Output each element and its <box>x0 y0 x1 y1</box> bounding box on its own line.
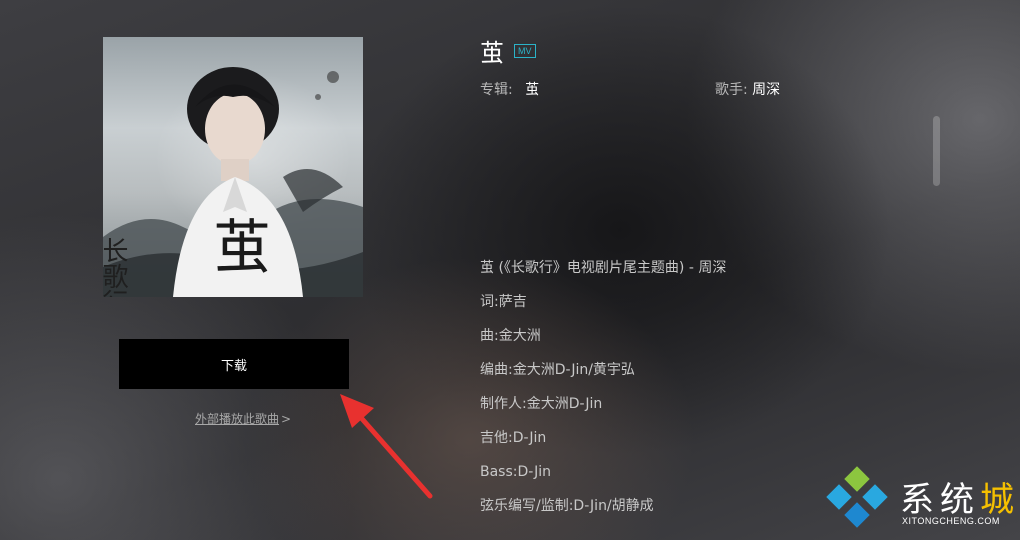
mv-badge[interactable]: MV <box>514 43 536 58</box>
album-key: 专辑: <box>480 82 513 98</box>
lyric-line: 词:萨吉 <box>480 294 527 310</box>
external-play-link[interactable]: 外部播放此歌曲 > <box>195 410 291 427</box>
lyric-line: 吉他:D-Jin <box>480 430 547 446</box>
player-page: { "cover": { "alt": "album-cover", "art_… <box>0 0 1020 540</box>
lyrics-scrollbar[interactable] <box>933 116 940 186</box>
chevron-right-icon: > <box>281 411 292 426</box>
watermark-text-main: 系统 <box>900 480 980 520</box>
album-cover: 茧 长歌行 <box>103 37 363 297</box>
watermark-text-accent: 城 <box>980 480 1020 520</box>
watermark: 系统城 XITONGCHENG.COM <box>826 466 1020 540</box>
lyrics-panel: 茧 (《长歌行》电视剧片尾主题曲) - 周深 词:萨吉 曲:金大洲 编曲:金大洲… <box>480 258 840 530</box>
watermark-logo-icon <box>826 466 888 528</box>
annotation-arrow-icon <box>340 394 433 499</box>
download-button[interactable]: 下载 <box>119 339 349 389</box>
album-value[interactable]: 茧 <box>525 82 539 98</box>
lyric-line: 曲:金大洲 <box>480 328 541 344</box>
lyric-line: 茧 (《长歌行》电视剧片尾主题曲) - 周深 <box>480 260 727 276</box>
lyric-line: 制作人:金大洲D-Jin <box>480 396 603 412</box>
song-title-row: 茧 MV <box>480 33 536 68</box>
artist-value[interactable]: 周深 <box>752 82 780 98</box>
album-info: 专辑: 茧 <box>480 79 539 99</box>
lyric-line: 弦乐编写/监制:D-Jin/胡静成 <box>480 498 654 514</box>
artist-key: 歌手: <box>715 82 748 98</box>
album-art-illustration: 茧 长歌行 <box>103 67 363 297</box>
cover-calligraphy: 茧 <box>213 213 271 281</box>
lyric-line: 编曲:金大洲D-Jin/黄宇弘 <box>480 362 635 378</box>
external-play-label: 外部播放此歌曲 <box>195 412 280 426</box>
artist-info: 歌手: 周深 <box>715 79 780 99</box>
watermark-text: 系统城 <box>900 472 1020 521</box>
cover-series-text: 长歌行 <box>103 237 128 297</box>
lyric-line: Bass:D-Jin <box>480 464 551 480</box>
song-title: 茧 <box>480 39 504 67</box>
watermark-url: XITONGCHENG.COM <box>902 516 1000 526</box>
